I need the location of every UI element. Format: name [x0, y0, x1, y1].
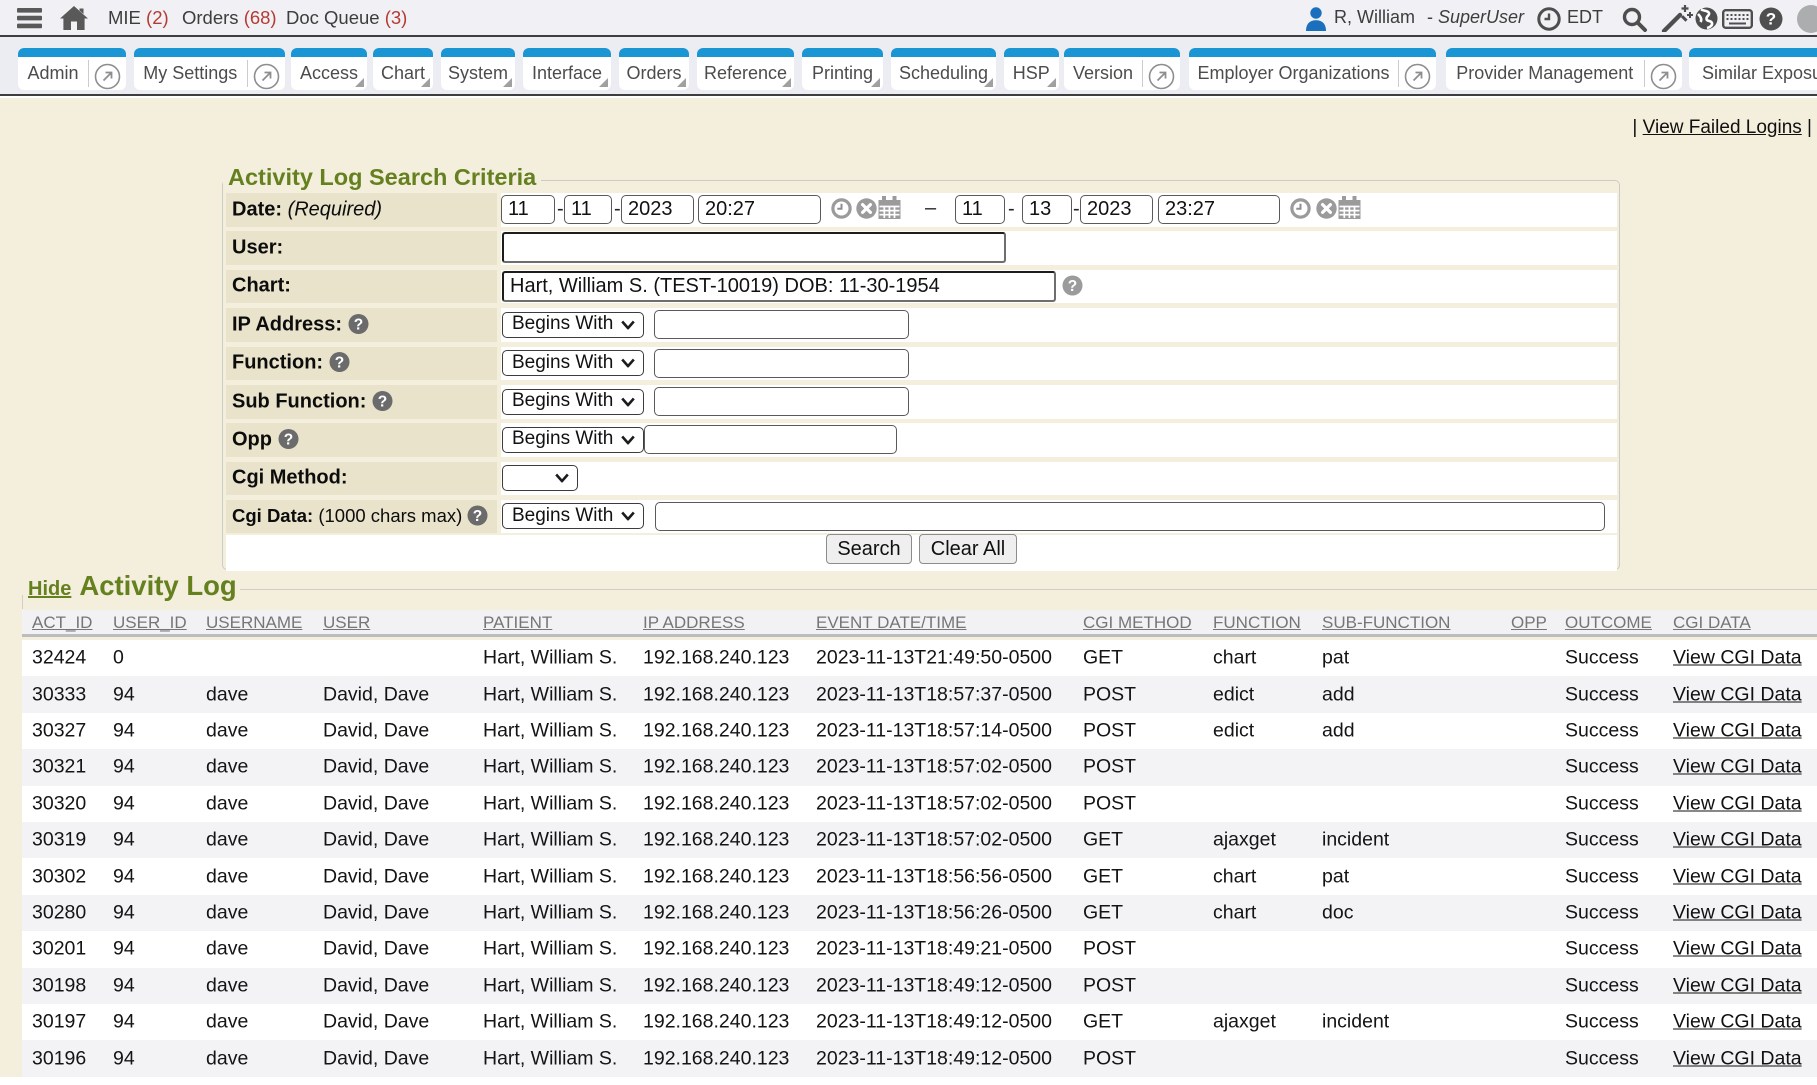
- svg-text:?: ?: [473, 508, 482, 525]
- svg-text:?: ?: [1766, 10, 1776, 29]
- svg-text:?: ?: [334, 355, 343, 372]
- svg-text:?: ?: [378, 393, 387, 410]
- svg-text:?: ?: [283, 431, 292, 448]
- svg-text:?: ?: [353, 316, 362, 333]
- svg-text:?: ?: [1068, 277, 1077, 294]
